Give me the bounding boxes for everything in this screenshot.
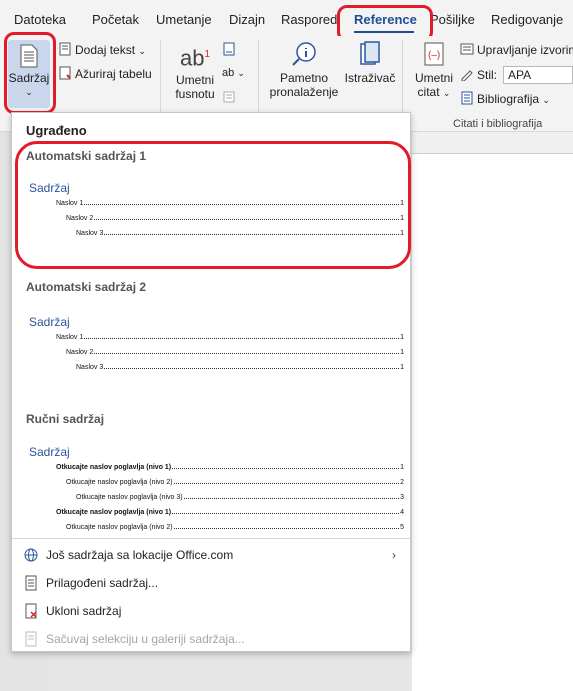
show-notes-icon — [223, 91, 235, 103]
insert-footnote-button[interactable]: ab1 Umetni fusnotu — [170, 40, 220, 101]
toc-line: Naslov 21 — [66, 349, 404, 356]
toc-line: Otkucajte naslov poglavlja (nivo 2) 2 — [66, 479, 404, 486]
smart-lookup-label-1: Pametno — [279, 71, 329, 85]
tab-umetanje[interactable]: Umetanje — [156, 12, 212, 27]
tab-datoteka[interactable]: Datoteka — [14, 12, 66, 27]
toc-line: Naslov 11 — [56, 334, 404, 341]
highlight-toc-button — [4, 32, 56, 114]
chevron-down-icon: ⌄ — [138, 46, 146, 56]
toc-line: Otkucajte naslov poglavlja (nivo 2) 5 — [66, 524, 404, 531]
bibliography-button[interactable]: Bibliografija ⌄ — [460, 91, 550, 107]
researcher-label: Istraživač — [344, 71, 396, 85]
tab-dizajn[interactable]: Dizajn — [229, 12, 265, 27]
style-label-wrap: Stil: — [460, 67, 497, 82]
tab-redigovanje[interactable]: Redigovanje — [491, 12, 563, 27]
researcher-button[interactable]: Istraživač — [344, 40, 396, 85]
add-text-button[interactable]: Dodaj tekst ⌄ — [58, 42, 146, 58]
insert-citation-label-1: Umetni — [414, 71, 453, 85]
chevron-down-icon: ⌄ — [237, 68, 245, 78]
insert-footnote-label-1: Umetni — [175, 73, 214, 88]
next-footnote-button[interactable]: ab ⌄ — [222, 66, 245, 80]
toc-line: Otkucajte naslov poglavlja (nivo 1) 4 — [56, 509, 404, 516]
bibliography-label: Bibliografija — [477, 92, 540, 106]
more-office-label: Još sadržaja sa lokacije Office.com — [46, 548, 234, 562]
insert-footnote-label-2: fusnotu — [175, 87, 215, 102]
horizontal-ruler — [412, 132, 573, 154]
citation-icon: (–) — [424, 42, 444, 66]
toc-line: Otkucajte naslov poglavlja (nivo 3) 3 — [76, 494, 404, 501]
manage-sources-button[interactable]: Upravljanje izvorima — [460, 42, 573, 57]
custom-toc-menu-item[interactable]: Prilagođeni sadržaj... — [22, 572, 402, 594]
insert-citation-label-2: citat — [417, 85, 440, 99]
style-icon — [461, 70, 473, 81]
chevron-down-icon: ⌄ — [442, 88, 451, 98]
smart-lookup-label-2: pronalaženje — [269, 85, 339, 99]
add-text-label: Dodaj tekst — [75, 43, 136, 57]
next-footnote-icon: ab — [222, 67, 235, 79]
toc-gallery: Ugrađeno Automatski sadržaj 1 Sadržaj Na… — [11, 112, 411, 652]
svg-text:(–): (–) — [428, 50, 440, 61]
smart-lookup-icon — [292, 42, 316, 66]
insert-endnote-button[interactable] — [222, 42, 239, 57]
highlight-auto-toc-1 — [15, 141, 411, 269]
tab-raspored[interactable]: Raspored — [281, 12, 337, 27]
document-page[interactable] — [412, 132, 573, 691]
chevron-down-icon: ⌄ — [542, 95, 550, 105]
toc-heading: Sadržaj — [29, 445, 70, 459]
toc-heading: Sadržaj — [29, 315, 70, 329]
gallery-separator — [12, 538, 410, 539]
endnote-icon — [223, 42, 235, 56]
custom-toc-icon — [22, 574, 40, 592]
more-office-menu-item[interactable]: Još sadržaja sa lokacije Office.com › — [22, 544, 402, 566]
auto-toc-2-title: Automatski sadržaj 2 — [26, 280, 147, 294]
footnote-icon: ab1 — [179, 45, 211, 71]
update-table-label: Ažuriraj tabelu — [75, 67, 152, 81]
tab-posiljke[interactable]: Pošiljke — [430, 12, 475, 27]
bibliography-icon — [461, 91, 473, 105]
insert-citation-button[interactable]: (–) Umetni citat ⌄ — [410, 40, 458, 100]
manage-sources-icon — [460, 43, 474, 55]
style-label: Stil: — [477, 68, 498, 82]
manual-toc-preview[interactable]: Sadržaj Otkucajte naslov poglavlja (nivo… — [14, 431, 408, 535]
ribbon-tabs: Datoteka Početak Umetanje Dizajn Raspore… — [0, 0, 573, 36]
update-table-button[interactable]: Ažuriraj tabelu — [58, 66, 152, 81]
remove-toc-label: Ukloni sadržaj — [46, 604, 122, 618]
custom-toc-label: Prilagođeni sadržaj... — [46, 576, 159, 590]
save-selection-icon — [22, 630, 40, 648]
toc-line: Otkucajte naslov poglavlja (nivo 1) 1 — [56, 464, 404, 471]
researcher-icon — [360, 41, 380, 65]
smart-lookup-button[interactable]: Pametno pronalaženje — [268, 40, 340, 99]
toc-line: Naslov 31 — [76, 364, 404, 371]
remove-toc-icon — [22, 602, 40, 620]
style-select[interactable]: APA — [503, 66, 573, 84]
manual-toc-title: Ručni sadržaj — [26, 412, 105, 426]
add-text-icon — [59, 42, 71, 56]
manage-sources-label: Upravljanje izvorima — [477, 43, 573, 57]
remove-toc-menu-item[interactable]: Ukloni sadržaj — [22, 600, 402, 622]
chevron-right-icon: › — [392, 548, 396, 562]
group-citations-label: Citati i bibliografija — [453, 118, 543, 130]
globe-icon — [22, 546, 40, 564]
gallery-header: Ugrađeno — [26, 123, 87, 138]
tab-pocetak[interactable]: Početak — [92, 12, 139, 27]
show-notes-button[interactable] — [222, 90, 239, 105]
save-selection-label: Sačuvaj selekciju u galeriji sadržaja... — [46, 632, 245, 646]
save-selection-menu-item[interactable]: Sačuvaj selekciju u galeriji sadržaja... — [22, 628, 402, 650]
auto-toc-2-preview[interactable]: Sadržaj Naslov 11 Naslov 21 Naslov 31 — [14, 299, 408, 379]
update-table-icon — [59, 66, 71, 80]
